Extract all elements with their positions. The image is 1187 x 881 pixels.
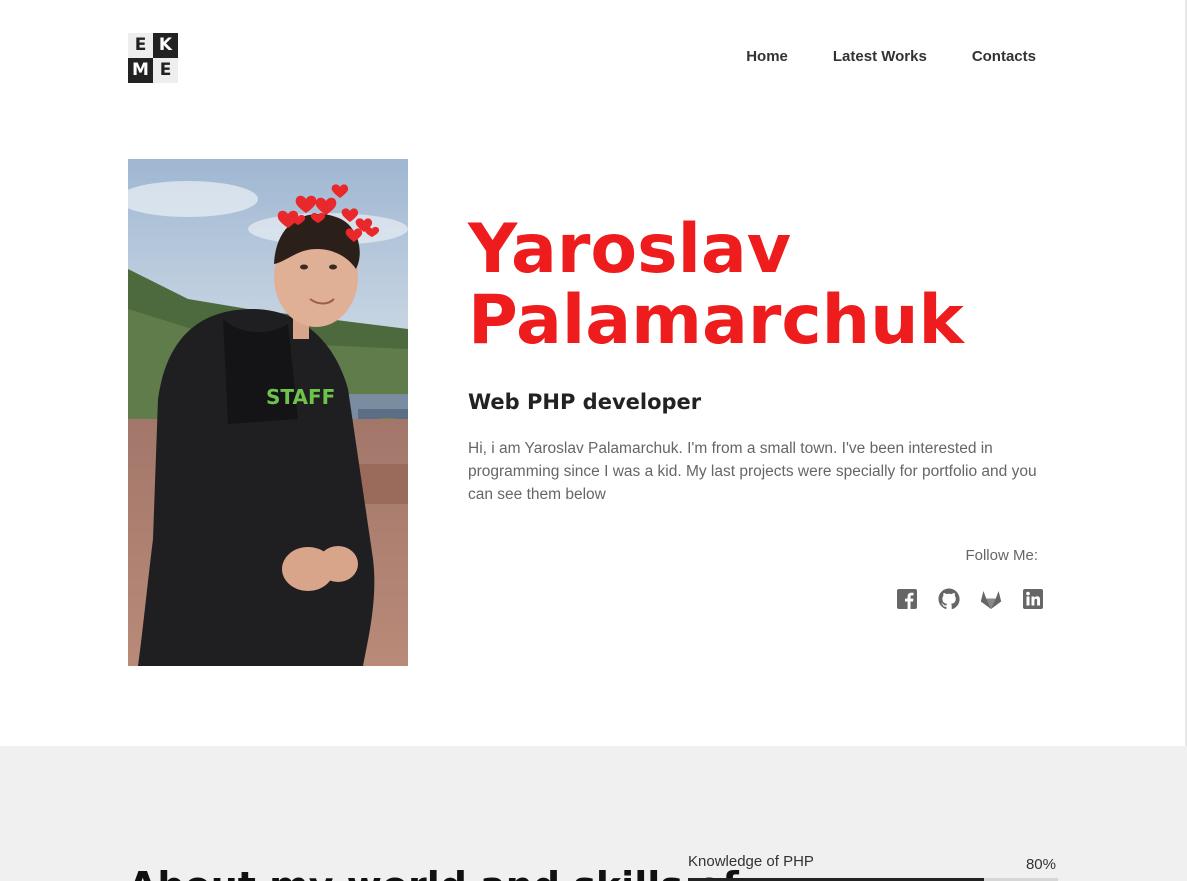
site-logo[interactable]: E K M E bbox=[128, 33, 178, 83]
social-links bbox=[895, 587, 1045, 611]
logo-letter: E bbox=[153, 58, 178, 83]
skill-label: Knowledge of PHP bbox=[688, 853, 814, 870]
nav-home-link[interactable]: Home bbox=[746, 48, 788, 65]
skills-heading: About my world and skills of bbox=[128, 864, 739, 881]
shirt-text: STAFF bbox=[266, 385, 335, 409]
skills-section: About my world and skills of Knowledge o… bbox=[0, 746, 1187, 881]
nav-contacts-link[interactable]: Contacts bbox=[972, 48, 1036, 65]
linkedin-icon[interactable] bbox=[1021, 587, 1045, 611]
skill-percent: 80% bbox=[1025, 856, 1056, 873]
nav-latest-works-link[interactable]: Latest Works bbox=[833, 48, 927, 65]
logo-letter: K bbox=[153, 33, 178, 58]
logo-letter: E bbox=[128, 33, 153, 58]
github-icon[interactable] bbox=[937, 587, 961, 611]
hero-name-line: Palamarchuk bbox=[468, 281, 964, 360]
gitlab-icon[interactable] bbox=[979, 587, 1003, 611]
follow-label: Follow Me: bbox=[965, 547, 1038, 564]
hero-name-line: Yaroslav bbox=[468, 210, 792, 289]
hero-role: Web PHP developer bbox=[468, 390, 702, 414]
logo-letter: M bbox=[128, 58, 153, 83]
hero-bio: Hi, i am Yaroslav Palamarchuk. I'm from … bbox=[468, 440, 1037, 503]
facebook-icon[interactable] bbox=[895, 587, 919, 611]
site-header: E K M E Home Latest Works Contacts bbox=[0, 0, 1187, 120]
profile-photo: STAFF bbox=[128, 159, 408, 666]
hero-name: Yaroslav Palamarchuk bbox=[468, 214, 964, 356]
main-nav: Home Latest Works Contacts bbox=[746, 48, 1036, 65]
